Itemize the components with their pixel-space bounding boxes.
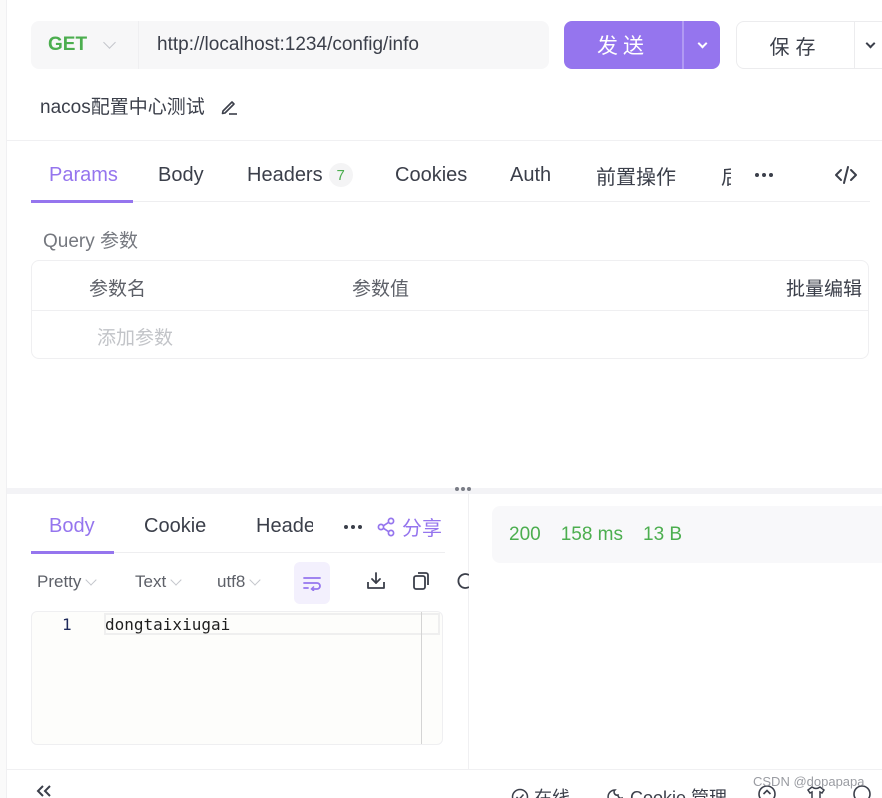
word-wrap-toggle[interactable] xyxy=(294,562,330,604)
headers-count-badge: 7 xyxy=(328,163,353,187)
url-bar: GET http://localhost:1234/config/info xyxy=(31,21,549,69)
tab-response-headers[interactable]: Heade xyxy=(256,500,313,553)
url-input[interactable]: http://localhost:1234/config/info xyxy=(139,34,419,56)
send-button[interactable]: 发送 xyxy=(564,21,682,69)
column-header-value: 参数值 xyxy=(352,279,410,300)
tab-body[interactable]: Body xyxy=(158,148,204,202)
method-select[interactable]: GET xyxy=(31,21,139,69)
tab-label: Cookies xyxy=(395,163,468,186)
tab-label: Headers xyxy=(247,163,323,186)
tab-cookies[interactable]: Cookies xyxy=(395,148,467,202)
footer-divider xyxy=(7,769,882,770)
params-table: 参数名 参数值 批量编辑 添加参数 xyxy=(31,260,869,359)
tab-label: 前置操作 xyxy=(596,166,676,189)
response-toolbar: Pretty Text utf8 xyxy=(31,560,471,604)
editor-ruler xyxy=(421,612,422,744)
response-size: 13 B xyxy=(643,523,683,545)
method-label: GET xyxy=(48,34,88,55)
chevron-down-icon xyxy=(697,38,707,48)
tab-response-body[interactable]: Body xyxy=(49,500,95,553)
chevron-down-icon xyxy=(249,573,262,586)
watermark: CSDN @dopapapa xyxy=(753,774,865,789)
response-tabs: Body Cookie Heade 分享 xyxy=(31,500,445,554)
vertical-splitter[interactable] xyxy=(468,494,469,769)
tab-label: Heade xyxy=(256,515,313,537)
online-status[interactable]: 在线 xyxy=(511,784,570,798)
tab-label: Auth xyxy=(510,163,552,186)
query-params-label: Query 参数 xyxy=(43,231,139,252)
online-label: 在线 xyxy=(534,788,570,798)
format-value: Pretty xyxy=(37,572,82,591)
more-icon xyxy=(755,173,773,177)
share-icon xyxy=(377,517,395,536)
request-name-label: nacos配置中心测试 xyxy=(40,97,205,118)
tab-post-request[interactable]: 后 xyxy=(721,148,731,202)
more-tabs-button[interactable] xyxy=(755,148,773,202)
tab-label: Body xyxy=(49,515,95,537)
share-button[interactable]: 分享 xyxy=(376,500,442,553)
collapse-sidebar-button[interactable] xyxy=(35,784,53,798)
format-select[interactable]: Pretty xyxy=(37,560,98,604)
tab-auth[interactable]: Auth xyxy=(510,148,551,202)
encoding-value: utf8 xyxy=(217,572,246,591)
status-code: 200 xyxy=(509,523,541,545)
add-param-placeholder[interactable]: 添加参数 xyxy=(97,323,173,350)
add-param-row[interactable]: 添加参数 xyxy=(32,311,868,359)
tab-pre-request[interactable]: 前置操作 xyxy=(596,148,676,202)
active-tab-indicator xyxy=(31,551,114,554)
send-button-group: 发送 xyxy=(564,21,720,69)
more-icon xyxy=(344,524,362,529)
request-tabs: Params Body Headers 7 Cookies Auth 前置操作 … xyxy=(31,148,870,203)
more-tabs-button[interactable] xyxy=(344,500,362,553)
type-select[interactable]: Text xyxy=(135,560,182,604)
copy-icon[interactable] xyxy=(410,570,432,592)
tab-params[interactable]: Params xyxy=(49,148,118,202)
request-name: nacos配置中心测试 xyxy=(40,92,239,119)
params-table-header: 参数名 参数值 批量编辑 xyxy=(32,261,868,311)
save-dropdown-button[interactable] xyxy=(855,22,882,68)
tab-label: 后 xyxy=(721,161,731,190)
save-button-group: 保存 xyxy=(736,21,882,69)
cookie-manager-label: Cookie 管理 xyxy=(630,788,728,798)
encoding-select[interactable]: utf8 xyxy=(217,560,262,604)
search-icon[interactable] xyxy=(455,570,469,592)
bulk-edit-button[interactable]: 批量编辑 xyxy=(786,274,862,301)
edit-pencil-icon[interactable] xyxy=(219,96,239,116)
response-body-editor[interactable]: 1 dongtaixiugai xyxy=(31,611,443,745)
chevron-down-icon xyxy=(103,35,116,49)
double-chevron-left-icon xyxy=(36,785,51,797)
tab-label: Body xyxy=(158,163,204,186)
tab-response-cookie[interactable]: Cookie xyxy=(144,500,206,553)
type-value: Text xyxy=(135,572,167,591)
response-status-bar: 200 158 ms 13 B xyxy=(492,506,882,563)
active-tab-indicator xyxy=(31,200,133,203)
tab-label: Params xyxy=(49,163,118,186)
drag-handle-icon[interactable] xyxy=(455,487,471,491)
download-icon[interactable] xyxy=(365,570,387,592)
cookie-manager-button[interactable]: Cookie 管理 xyxy=(605,784,727,798)
send-dropdown-button[interactable] xyxy=(684,21,720,69)
panel-resize-handle[interactable] xyxy=(7,488,882,494)
left-edge xyxy=(0,0,7,798)
word-wrap-icon xyxy=(303,577,321,591)
check-circle-icon xyxy=(511,788,529,798)
section-divider xyxy=(7,140,882,141)
save-button[interactable]: 保存 xyxy=(737,22,855,68)
code-icon xyxy=(835,166,857,184)
tab-headers[interactable]: Headers 7 xyxy=(247,148,353,202)
response-time: 158 ms xyxy=(560,523,624,545)
tab-label: Cookie xyxy=(144,515,207,537)
code-button[interactable] xyxy=(834,148,858,202)
chevron-down-icon xyxy=(85,573,98,586)
code-line: dongtaixiugai xyxy=(105,615,231,634)
column-header-name: 参数名 xyxy=(89,279,147,300)
line-number: 1 xyxy=(62,615,72,634)
chevron-down-icon xyxy=(865,38,876,48)
share-label: 分享 xyxy=(402,518,442,540)
chevron-down-icon xyxy=(170,573,182,586)
cookie-icon xyxy=(607,789,623,798)
